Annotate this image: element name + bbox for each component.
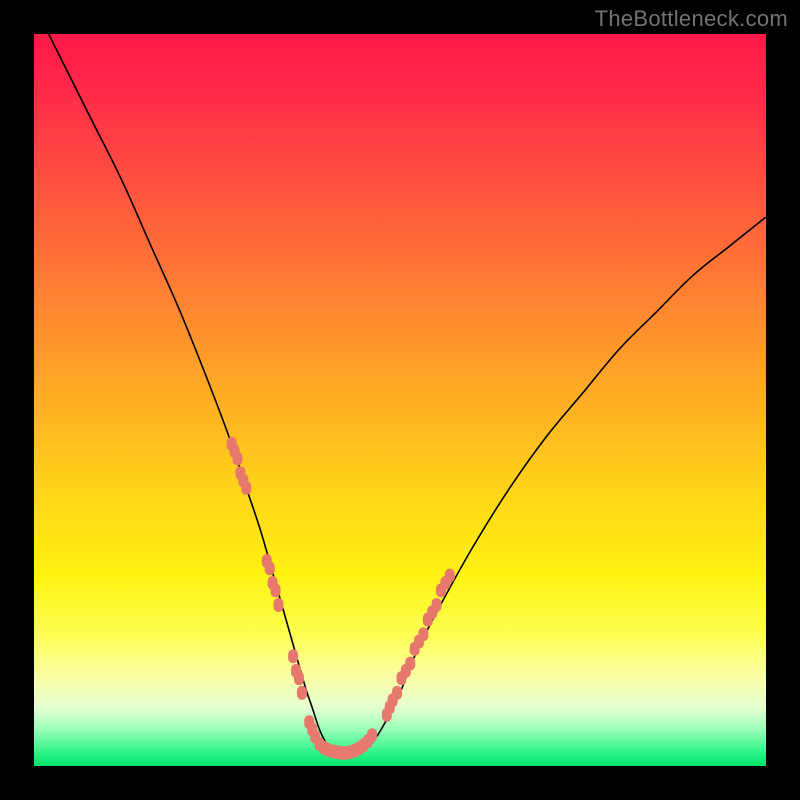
curve-marker [432, 598, 442, 612]
curve-marker [418, 627, 428, 641]
curve-marker [273, 598, 283, 612]
curve-marker [294, 671, 304, 685]
curve-marker [241, 481, 251, 495]
watermark-text: TheBottleneck.com [595, 6, 788, 32]
curve-marker [233, 452, 243, 466]
curve-marker [288, 649, 298, 663]
curve-marker [265, 561, 275, 575]
marker-group [227, 437, 455, 760]
curve-marker [367, 728, 377, 742]
chart-svg [34, 34, 766, 766]
curve-marker [271, 583, 281, 597]
curve-marker [392, 686, 402, 700]
curve-marker [445, 569, 455, 583]
plot-area [34, 34, 766, 766]
curve-marker [297, 686, 307, 700]
curve-marker [405, 657, 415, 671]
chart-frame: TheBottleneck.com [0, 0, 800, 800]
bottleneck-curve [49, 34, 766, 752]
